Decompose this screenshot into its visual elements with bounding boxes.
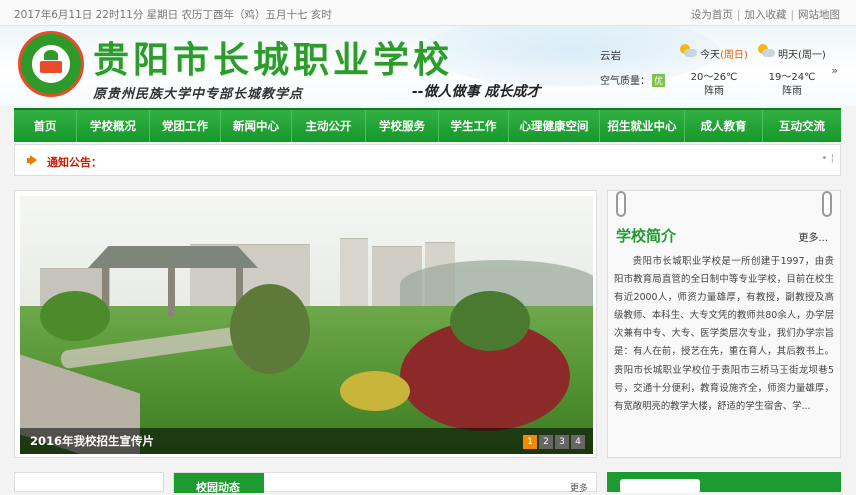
current-date: 2017年6月11日 22时11分 星期日 农历丁酉年（鸡）五月十七 亥时	[14, 9, 332, 21]
weather-tomorrow: 明天(周一) 19～24℃ 阵雨	[756, 42, 828, 102]
megaphone-icon	[27, 155, 39, 166]
site-header: 贵阳市长城职业学校 原贵州民族大学中专部长城教学点 --做人做事 成长成才 云岩…	[0, 26, 856, 106]
cloudy-sun-icon	[680, 44, 697, 60]
news-more-link[interactable]: 更多	[570, 481, 588, 494]
image-slider[interactable]: 2016年我校招生宣传片 1234	[14, 190, 597, 458]
top-bar: 2017年6月11日 22时11分 星期日 农历丁酉年（鸡）五月十七 亥时 设为…	[0, 0, 856, 26]
nav-public-info[interactable]: 主动公开	[292, 110, 366, 142]
nav-home[interactable]: 首页	[14, 110, 77, 142]
nav-school-services[interactable]: 学校服务	[366, 110, 439, 142]
add-favorite-link[interactable]: 加入收藏	[744, 9, 786, 21]
slider-page-2[interactable]: 2	[539, 435, 553, 449]
air-quality-badge: 优	[652, 74, 666, 87]
top-links: 设为首页 | 加入收藏 | 网站地图	[690, 9, 840, 21]
bottom-panel-right	[607, 472, 841, 493]
set-homepage-link[interactable]: 设为首页	[691, 9, 733, 21]
site-subtitle: 原贵州民族大学中专部长城教学点	[93, 87, 304, 102]
notice-label: 通知公告：	[47, 156, 102, 169]
school-intro-title: 学校简介	[616, 227, 677, 245]
cloudy-sun-icon	[758, 44, 775, 60]
ring-binder-icon	[616, 191, 626, 217]
school-logo[interactable]	[18, 31, 84, 97]
slider-pager: 1234	[521, 433, 585, 449]
slider-caption-text: 2016年我校招生宣传片	[30, 434, 155, 448]
notice-bar: 通知公告： • ¦	[14, 144, 841, 176]
school-intro-panel: 学校简介 更多... 贵阳市长城职业学校是一所创建于1997，由贵阳市教育局直管…	[607, 190, 841, 458]
nav-mental-health[interactable]: 心理健康空间	[509, 110, 600, 142]
weather-widget: 云岩 空气质量：优 今天(周日) 20～26℃ 阵雨 明天(周一) 19～24℃…	[600, 42, 850, 102]
sitemap-link[interactable]: 网站地图	[798, 9, 840, 21]
main-nav: 首页 学校概况 党团工作 新闻中心 主动公开 学校服务 学生工作 心理健康空间 …	[14, 108, 841, 142]
school-slogan: --做人做事 成长成才	[412, 84, 541, 100]
weather-city: 云岩	[600, 50, 621, 62]
bottom-panel-left	[14, 472, 164, 492]
nav-admission-employment[interactable]: 招生就业中心	[600, 110, 685, 142]
school-intro-text: 贵阳市长城职业学校是一所创建于1997，由贵阳市教育局直管的全日制中等专业学校，…	[614, 256, 834, 412]
school-intro-more-link[interactable]: 更多...	[798, 229, 828, 244]
slider-photo[interactable]	[20, 196, 593, 454]
slider-page-1[interactable]: 1	[523, 435, 537, 449]
nav-school-overview[interactable]: 学校概况	[77, 110, 150, 142]
air-quality: 空气质量：优	[600, 74, 666, 87]
notice-scroll-indicator: • ¦	[821, 153, 834, 164]
weather-next-arrow[interactable]: »	[831, 64, 838, 77]
slider-page-3[interactable]: 3	[555, 435, 569, 449]
nav-adult-education[interactable]: 成人教育	[685, 110, 763, 142]
nav-news-center[interactable]: 新闻中心	[221, 110, 292, 142]
slider-caption: 2016年我校招生宣传片 1234	[20, 428, 593, 454]
nav-interaction[interactable]: 互动交流	[763, 110, 841, 142]
ring-binder-icon	[822, 191, 832, 217]
news-panel-title: 校园动态	[196, 481, 240, 494]
nav-student-work[interactable]: 学生工作	[439, 110, 509, 142]
news-panel: 校园动态 更多	[173, 472, 597, 494]
weather-today: 今天(周日) 20～26℃ 阵雨	[678, 42, 750, 102]
slider-page-4[interactable]: 4	[571, 435, 585, 449]
nav-party-league[interactable]: 党团工作	[150, 110, 221, 142]
site-title: 贵阳市长城职业学校	[93, 39, 454, 81]
